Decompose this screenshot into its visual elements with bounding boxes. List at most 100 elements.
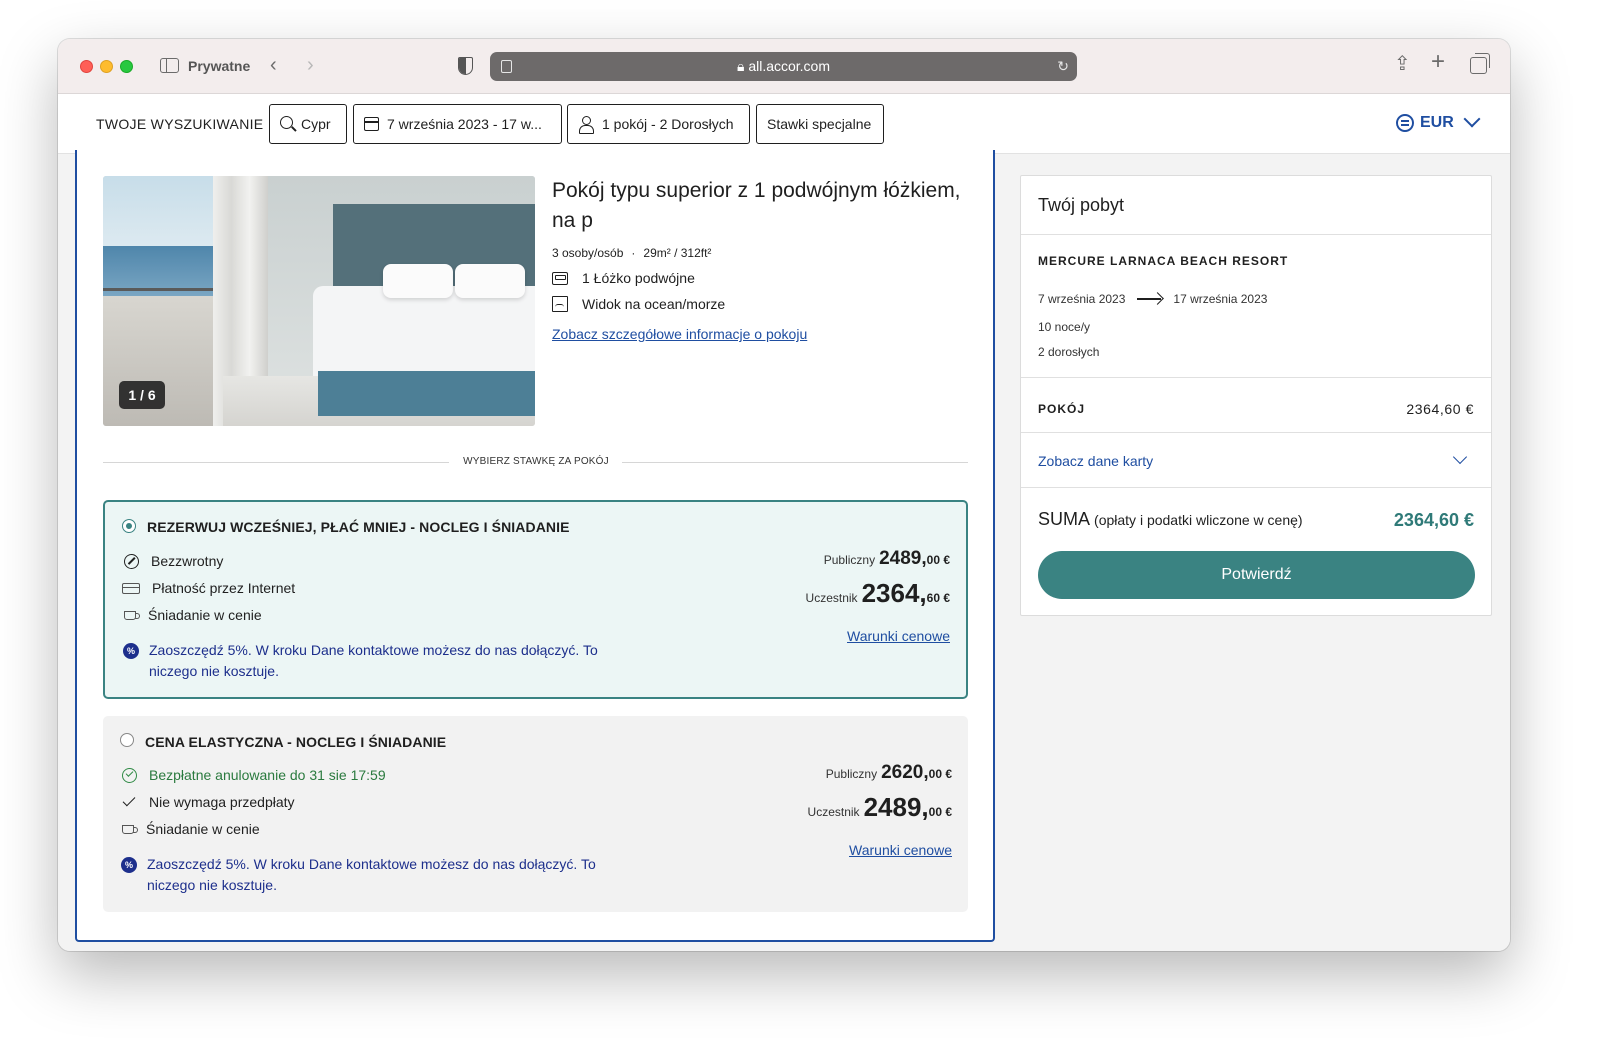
non-refundable-icon	[124, 553, 139, 569]
photo-bed	[313, 286, 535, 376]
room-occupancy: 3 osoby/osób	[552, 246, 624, 260]
rate-condition-label: Płatność przez Internet	[152, 580, 296, 596]
bed-icon	[552, 271, 568, 285]
rate-name: REZERWUJ WCZEŚNIEJ, PŁAĆ MNIEJ - NOCLEG …	[147, 519, 570, 535]
back-button[interactable]: ‹	[270, 55, 277, 75]
rate-radio[interactable]	[120, 733, 134, 747]
member-price-integer: 2364,	[861, 578, 927, 608]
special-rates-value: Stawki specjalne	[767, 116, 872, 132]
person-icon	[578, 116, 594, 134]
divider	[1021, 377, 1491, 378]
room-label: POKÓJ	[1038, 402, 1086, 416]
card-details-toggle[interactable]: Zobacz dane karty	[1038, 453, 1153, 469]
pricing-conditions-link[interactable]: Warunki cenowe	[847, 628, 950, 644]
divider	[1021, 487, 1491, 488]
meta-separator: ·	[631, 246, 636, 260]
destination-chip[interactable]: Cypr	[269, 104, 347, 144]
privacy-shield-icon[interactable]	[458, 57, 473, 75]
arrow-right-icon	[1137, 298, 1162, 300]
member-price-integer: 2489,	[863, 792, 929, 822]
stay-dates: 7 września 2023 17 września 2023	[1038, 292, 1267, 306]
search-icon	[280, 116, 293, 129]
member-price-label: Uczestnik	[805, 591, 858, 605]
search-label: TWOJE WYSZUKIWANIE	[96, 116, 264, 132]
rate-condition-label: Bezpłatne anulowanie do 31 sie 17:59	[149, 767, 386, 783]
rate-radio-selected[interactable]	[122, 519, 136, 533]
rate-condition-label: Bezzwrotny	[151, 553, 224, 569]
rate-condition-label: Śniadanie w cenie	[146, 821, 260, 837]
forward-button[interactable]: ›	[307, 55, 314, 75]
room-info: Pokój typu superior z 1 podwójnym łóżkie…	[552, 176, 972, 344]
guests-chip[interactable]: 1 pokój - 2 Dorosłych	[567, 104, 750, 144]
divider	[103, 462, 449, 463]
destination-value: Cypr	[301, 116, 331, 132]
minimize-window-button[interactable]	[100, 60, 113, 73]
chevron-down-icon	[1463, 110, 1481, 128]
search-summary-bar: TWOJE WYSZUKIWANIE Cypr 7 września 2023 …	[58, 94, 1510, 154]
tab-overview-icon[interactable]	[1470, 53, 1490, 74]
browser-toolbar: Prywatne ‹ › 🔒︎ all.accor.com ↻ ⇪ +	[58, 39, 1510, 94]
currency-selector[interactable]: EUR	[1396, 110, 1481, 132]
room-meta: 3 osoby/osób · 29m² / 312ft²	[552, 246, 972, 260]
dates-chip[interactable]: 7 września 2023 - 17 w...	[353, 104, 562, 144]
rate-condition-label: Śniadanie w cenie	[148, 607, 262, 623]
stay-summary: Twój pobyt MERCURE LARNACA BEACH RESORT …	[1020, 175, 1492, 616]
room-details-link[interactable]: Zobacz szczegółowe informacje o pokoju	[552, 326, 807, 342]
room-photo[interactable]: 1 / 6	[103, 176, 535, 426]
sidebar-toggle-icon[interactable]	[160, 58, 179, 73]
breakfast-cup-icon	[124, 610, 140, 620]
adults-count: 2 dorosłych	[1038, 345, 1100, 359]
divider	[1021, 234, 1491, 235]
browser-window: Prywatne ‹ › 🔒︎ all.accor.com ↻ ⇪ + TWOJ…	[58, 39, 1510, 951]
chevron-down-icon[interactable]	[1452, 449, 1468, 465]
lock-icon: 🔒︎	[736, 58, 749, 74]
rate-option-early-booking[interactable]: REZERWUJ WCZEŚNIEJ, PŁAĆ MNIEJ - NOCLEG …	[103, 500, 968, 699]
check-icon	[122, 795, 137, 810]
public-price: Publiczny 2620,00 €	[826, 762, 952, 784]
close-window-button[interactable]	[80, 60, 93, 73]
member-promo: % Zaoszczędź 5%. W kroku Dane kontaktowe…	[121, 854, 621, 896]
zoom-window-button[interactable]	[120, 60, 133, 73]
photo-counter: 1 / 6	[119, 381, 165, 409]
share-icon[interactable]: ⇪	[1394, 53, 1411, 75]
public-price-integer: 2489,	[879, 548, 927, 569]
rate-condition: Nie wymaga przedpłaty	[122, 794, 295, 810]
room-size: 29m² / 312ft²	[643, 246, 712, 260]
address-bar[interactable]: 🔒︎ all.accor.com ↻	[490, 52, 1077, 81]
calendar-icon	[364, 117, 379, 131]
sea-view-icon	[552, 296, 568, 312]
feature-label: Widok na ocean/morze	[582, 296, 726, 312]
public-price-integer: 2620,	[881, 762, 929, 783]
breakfast-cup-icon	[122, 824, 138, 834]
divider	[622, 462, 968, 463]
url-value: all.accor.com	[748, 58, 831, 74]
special-rates-chip[interactable]: Stawki specjalne	[756, 104, 884, 144]
checkout-date: 17 września 2023	[1173, 292, 1268, 306]
private-mode-label[interactable]: Prywatne	[188, 58, 250, 74]
percent-icon: %	[121, 857, 137, 873]
coins-icon	[1396, 114, 1414, 132]
confirm-button[interactable]: Potwierdź	[1038, 551, 1475, 599]
currency-value: EUR	[1420, 114, 1454, 131]
rate-condition: Śniadanie w cenie	[122, 821, 260, 837]
new-tab-icon[interactable]: +	[1431, 50, 1445, 74]
public-price-decimal: 00 €	[926, 553, 950, 567]
check-circle-icon	[122, 767, 137, 783]
rate-option-flexible[interactable]: CENA ELASTYCZNA - NOCLEG I ŚNIADANIE Bez…	[103, 716, 968, 912]
guests-value: 1 pokój - 2 Dorosłych	[602, 116, 734, 132]
choose-rate-label: WYBIERZ STAWKĘ ZA POKÓJ	[463, 456, 609, 467]
public-price-label: Publiczny	[825, 767, 878, 781]
pricing-conditions-link[interactable]: Warunki cenowe	[849, 842, 952, 858]
url-text[interactable]: 🔒︎ all.accor.com	[490, 58, 1077, 75]
credit-card-icon	[122, 582, 140, 594]
rate-condition-label: Nie wymaga przedpłaty	[149, 794, 295, 810]
feature-label: 1 Łóżko podwójne	[582, 270, 695, 286]
reload-icon[interactable]: ↻	[1057, 58, 1069, 75]
member-price-decimal: 60 €	[926, 591, 950, 605]
rate-name: CENA ELASTYCZNA - NOCLEG I ŚNIADANIE	[145, 734, 447, 750]
percent-icon: %	[123, 643, 139, 659]
member-price: Uczestnik 2364,60 €	[806, 578, 950, 609]
page-content: 1 / 6 Pokój typu superior z 1 podwójnym …	[58, 150, 1510, 951]
checkin-date: 7 września 2023	[1038, 292, 1126, 306]
member-price-label: Uczestnik	[807, 805, 860, 819]
